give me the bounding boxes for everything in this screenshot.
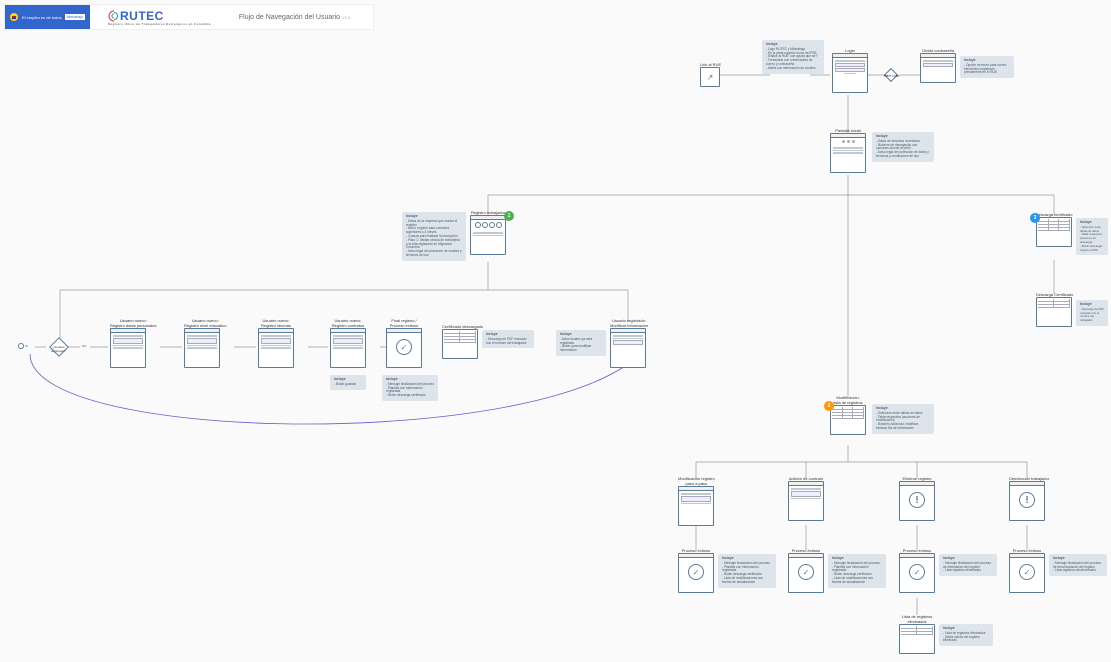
node-registro: Registro trabajador 1: [470, 210, 506, 255]
node-desvincular: Desvincular trabajador !: [1009, 476, 1049, 521]
node-nuevo-nivel: Usuario nuevo: Registro nivel educativo: [184, 318, 226, 368]
check-icon: ✓: [693, 568, 700, 577]
badge-step-3: 3: [1030, 213, 1040, 223]
node-proc-4: Proceso éxitoso ✓: [1009, 548, 1045, 593]
node-proc-3: Proceso éxitoso ✓: [899, 548, 935, 593]
note-olvido: Incluye - Opción de envío para correo el…: [960, 56, 1014, 78]
node-mod-paso: Modificación registro paso a paso: [678, 476, 715, 526]
decision-registrado: ¿Usuario registrado?: [49, 337, 69, 357]
note-descarga: Incluye - Selección entre tablas de dato…: [1076, 218, 1108, 255]
decision-datos-login: Datos Login: [884, 68, 898, 82]
node-nuevo-contratos: Usuario nuevo: Registro contratos: [330, 318, 366, 368]
node-pantalla-inicial: Pantalla inicial: [830, 128, 866, 173]
check-icon: ✓: [401, 343, 408, 352]
node-eliminar: Eliminar registro !: [899, 476, 935, 521]
node-modificacion: Modificación: lista de registros 2: [830, 395, 866, 435]
node-olvido: Olvidó contraseña: [920, 48, 956, 83]
decision-no: NO: [82, 344, 87, 348]
note-final: Incluye - Mensaje finalización del proce…: [382, 375, 438, 401]
node-login: Login: [832, 48, 868, 93]
note-login: Incluye - Logo RUTEC y Mintrabajo - En l…: [762, 40, 824, 74]
note-descarga2: Incluye - Descarga de PDF marcado con el…: [1076, 300, 1108, 326]
node-proc-1: Proceso éxitoso ✓: [678, 548, 714, 593]
node-nuevo-datos: Usuario nuevo: Registro datos personales: [110, 318, 156, 368]
note-nuevo-contratos: Incluye - Botón guardar: [330, 375, 366, 390]
check-icon: ✓: [914, 568, 921, 577]
note-lista: Incluye - Lista de registros eliminados …: [939, 624, 993, 646]
node-adicion: Adición de contrato: [788, 476, 824, 521]
decision-si: SI: [25, 344, 28, 348]
alert-icon: !: [915, 495, 918, 506]
alert-icon: !: [1025, 495, 1028, 506]
note-modificacion: Incluye - Selección entre tablas de dato…: [872, 404, 934, 434]
node-nuevo-idiomas: Usuario nuevo: Registro idiomas: [258, 318, 294, 368]
badge-step-2: 2: [824, 401, 834, 411]
note-registro: Incluye - Datos de la empresa que realiz…: [402, 212, 466, 261]
node-final-registro: Final registro / Proceso exitoso ✓: [386, 318, 422, 368]
note-usuario-reg: Incluye - Aviso usuario ya está registra…: [556, 330, 606, 356]
node-cert-descargado: Certificado descargado: [442, 324, 483, 359]
check-icon: ✓: [803, 568, 810, 577]
note-cert: Incluye - Descarga de PDF marcado con el…: [482, 330, 534, 348]
badge-step-1: 1: [504, 211, 514, 221]
note-proc-2: Incluye - Mensaje finalización del proce…: [828, 554, 886, 588]
note-proc-1: Incluye - Mensaje finalización del proce…: [718, 554, 776, 588]
terminal-si: [18, 343, 24, 349]
external-link-icon: ↗: [707, 73, 714, 82]
note-pantalla: Incluye - Datos de empresa conectada - B…: [872, 132, 934, 162]
node-usuario-registrado: Usuario registrado: Modificar informació…: [610, 318, 648, 368]
node-descarga-cert: Descarga certificado 3: [1036, 212, 1072, 247]
node-lista-eliminados: Lista de registros eliminados: [899, 614, 935, 654]
node-link-rue: Link al RUE ↗: [700, 62, 721, 87]
node-descarga-cert2: Descarga Certificado: [1036, 292, 1073, 327]
check-icon: ✓: [1024, 568, 1031, 577]
note-proc-3: Incluye - Mensaje finalización del proce…: [939, 554, 997, 576]
note-proc-4: Incluye - Mensaje finalización del proce…: [1049, 554, 1107, 576]
node-proc-2: Proceso éxitoso ✓: [788, 548, 824, 593]
